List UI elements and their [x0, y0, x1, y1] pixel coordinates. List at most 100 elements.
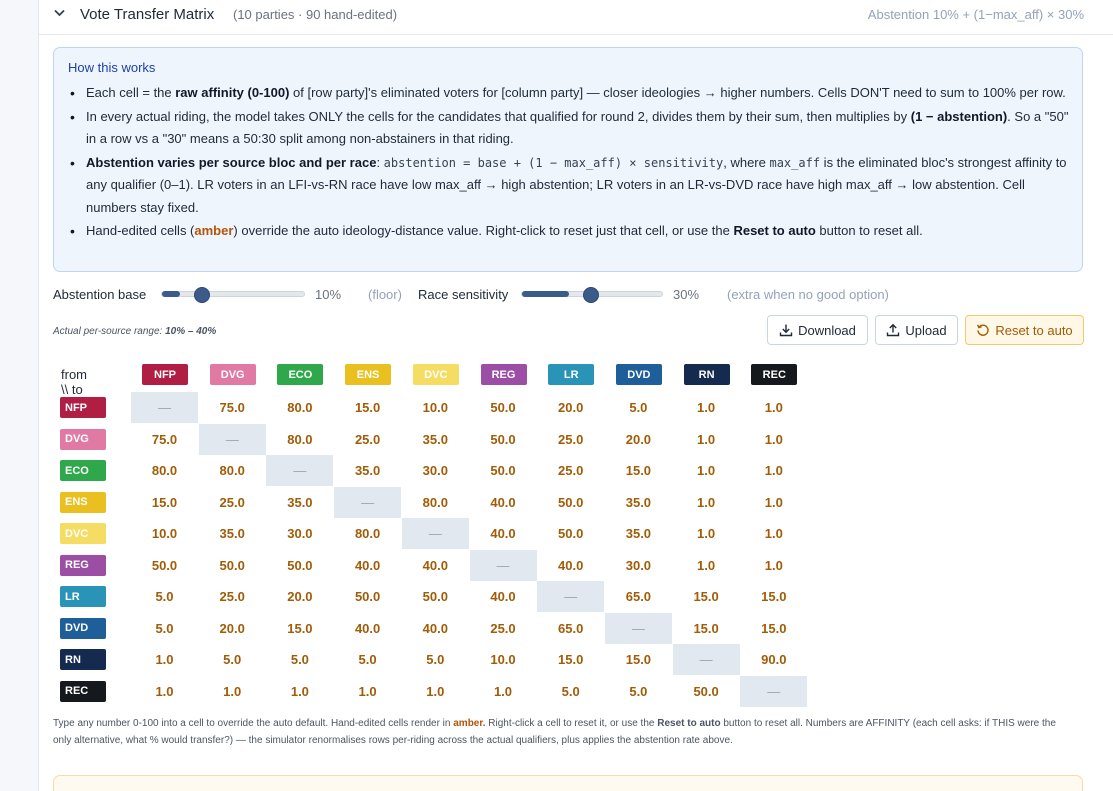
matrix-cell[interactable]: 65.0: [537, 613, 604, 644]
matrix-cell[interactable]: 1.0: [673, 424, 740, 455]
matrix-cell[interactable]: 50.0: [266, 550, 333, 581]
matrix-cell[interactable]: 40.0: [402, 613, 469, 644]
matrix-cell[interactable]: 1.0: [740, 455, 807, 486]
matrix-cell[interactable]: 1.0: [402, 676, 469, 707]
matrix-cell[interactable]: 25.0: [537, 455, 604, 486]
matrix-cell[interactable]: 25.0: [537, 424, 604, 455]
matrix-cell[interactable]: 15.0: [605, 455, 672, 486]
matrix-cell[interactable]: 1.0: [131, 644, 198, 675]
matrix-cell[interactable]: 20.0: [537, 392, 604, 423]
matrix-cell[interactable]: 40.0: [402, 550, 469, 581]
matrix-cell[interactable]: 10.0: [402, 392, 469, 423]
matrix-cell[interactable]: 1.0: [470, 676, 537, 707]
reset-to-auto-button[interactable]: Reset to auto: [965, 315, 1084, 345]
matrix-cell[interactable]: 1.0: [740, 392, 807, 423]
race-sensitivity-slider[interactable]: [521, 287, 663, 303]
matrix-cell[interactable]: 5.0: [131, 613, 198, 644]
matrix-cell[interactable]: 50.0: [402, 581, 469, 612]
matrix-cell[interactable]: 40.0: [334, 613, 401, 644]
matrix-cell[interactable]: 15.0: [537, 644, 604, 675]
matrix-cell[interactable]: 5.0: [334, 644, 401, 675]
matrix-cell[interactable]: 80.0: [334, 518, 401, 549]
download-button[interactable]: Download: [767, 315, 868, 345]
matrix-cell[interactable]: 80.0: [266, 392, 333, 423]
matrix-cell[interactable]: 80.0: [199, 455, 266, 486]
matrix-cell[interactable]: 1.0: [740, 487, 807, 518]
matrix-cell[interactable]: 5.0: [402, 644, 469, 675]
race-sensitivity-thumb[interactable]: [582, 287, 599, 303]
matrix-cell[interactable]: 5.0: [605, 676, 672, 707]
matrix-cell[interactable]: 1.0: [334, 676, 401, 707]
matrix-cell[interactable]: 1.0: [199, 676, 266, 707]
matrix-cell[interactable]: 1.0: [673, 550, 740, 581]
matrix-cell[interactable]: 40.0: [470, 581, 537, 612]
matrix-cell[interactable]: 30.0: [605, 550, 672, 581]
matrix-cell[interactable]: 25.0: [470, 613, 537, 644]
matrix-cell[interactable]: 1.0: [673, 392, 740, 423]
matrix-cell[interactable]: 35.0: [199, 518, 266, 549]
matrix-cell[interactable]: 35.0: [266, 487, 333, 518]
matrix-cell[interactable]: 35.0: [334, 455, 401, 486]
matrix-cell[interactable]: 80.0: [402, 487, 469, 518]
matrix-cell[interactable]: 1.0: [673, 487, 740, 518]
matrix-cell[interactable]: 35.0: [605, 487, 672, 518]
matrix-cell[interactable]: 10.0: [470, 644, 537, 675]
matrix-cell[interactable]: 25.0: [334, 424, 401, 455]
matrix-cell[interactable]: 20.0: [266, 581, 333, 612]
matrix-cell[interactable]: 15.0: [740, 581, 807, 612]
matrix-cell[interactable]: 90.0: [740, 644, 807, 675]
matrix-cell[interactable]: 5.0: [199, 644, 266, 675]
matrix-cell[interactable]: 75.0: [131, 424, 198, 455]
matrix-cell[interactable]: 15.0: [266, 613, 333, 644]
matrix-cell[interactable]: 5.0: [605, 392, 672, 423]
matrix-cell[interactable]: 50.0: [470, 424, 537, 455]
matrix-cell[interactable]: 1.0: [740, 550, 807, 581]
matrix-cell[interactable]: 80.0: [266, 424, 333, 455]
matrix-cell[interactable]: 30.0: [266, 518, 333, 549]
matrix-cell[interactable]: 40.0: [470, 518, 537, 549]
matrix-cell[interactable]: 10.0: [131, 518, 198, 549]
matrix-cell[interactable]: 50.0: [470, 392, 537, 423]
matrix-cell[interactable]: 50.0: [199, 550, 266, 581]
matrix-cell[interactable]: 75.0: [199, 392, 266, 423]
matrix-cell[interactable]: 35.0: [402, 424, 469, 455]
matrix-cell[interactable]: 5.0: [266, 644, 333, 675]
card-header[interactable]: Vote Transfer Matrix (10 parties · 90 ha…: [39, 0, 1113, 35]
matrix-cell[interactable]: 25.0: [199, 581, 266, 612]
matrix-cell[interactable]: 1.0: [740, 424, 807, 455]
matrix-cell[interactable]: 50.0: [537, 487, 604, 518]
matrix-cell[interactable]: 1.0: [131, 676, 198, 707]
matrix-cell[interactable]: 25.0: [199, 487, 266, 518]
matrix-cell[interactable]: 30.0: [402, 455, 469, 486]
matrix-cell[interactable]: 40.0: [470, 487, 537, 518]
matrix-cell[interactable]: 15.0: [673, 613, 740, 644]
matrix-cell[interactable]: 15.0: [131, 487, 198, 518]
matrix-cell[interactable]: 50.0: [470, 455, 537, 486]
matrix-cell[interactable]: 15.0: [334, 392, 401, 423]
matrix-cell[interactable]: 80.0: [131, 455, 198, 486]
matrix-cell[interactable]: 5.0: [537, 676, 604, 707]
matrix-cell[interactable]: 35.0: [605, 518, 672, 549]
matrix-cell[interactable]: 20.0: [199, 613, 266, 644]
matrix-cell[interactable]: 15.0: [605, 644, 672, 675]
matrix-cell[interactable]: 40.0: [537, 550, 604, 581]
abstention-base-slider[interactable]: [161, 287, 305, 303]
matrix-cell[interactable]: 40.0: [334, 550, 401, 581]
matrix-cell[interactable]: 50.0: [131, 550, 198, 581]
matrix-cell[interactable]: 50.0: [537, 518, 604, 549]
abstention-base-thumb[interactable]: [194, 287, 211, 303]
matrix-cell[interactable]: 1.0: [740, 518, 807, 549]
matrix-cell[interactable]: 65.0: [605, 581, 672, 612]
matrix-cell[interactable]: 50.0: [334, 581, 401, 612]
matrix-cell[interactable]: 1.0: [673, 518, 740, 549]
matrix-cell[interactable]: 15.0: [673, 581, 740, 612]
matrix-cell[interactable]: 50.0: [673, 676, 740, 707]
matrix-cell[interactable]: 20.0: [605, 424, 672, 455]
chevron-down-icon[interactable]: [53, 6, 66, 19]
matrix-cell[interactable]: 15.0: [740, 613, 807, 644]
upload-button[interactable]: Upload: [875, 315, 958, 345]
matrix-cell[interactable]: 1.0: [673, 455, 740, 486]
diagonal-cell: —: [401, 518, 469, 549]
matrix-cell[interactable]: 1.0: [266, 676, 333, 707]
matrix-cell[interactable]: 5.0: [131, 581, 198, 612]
